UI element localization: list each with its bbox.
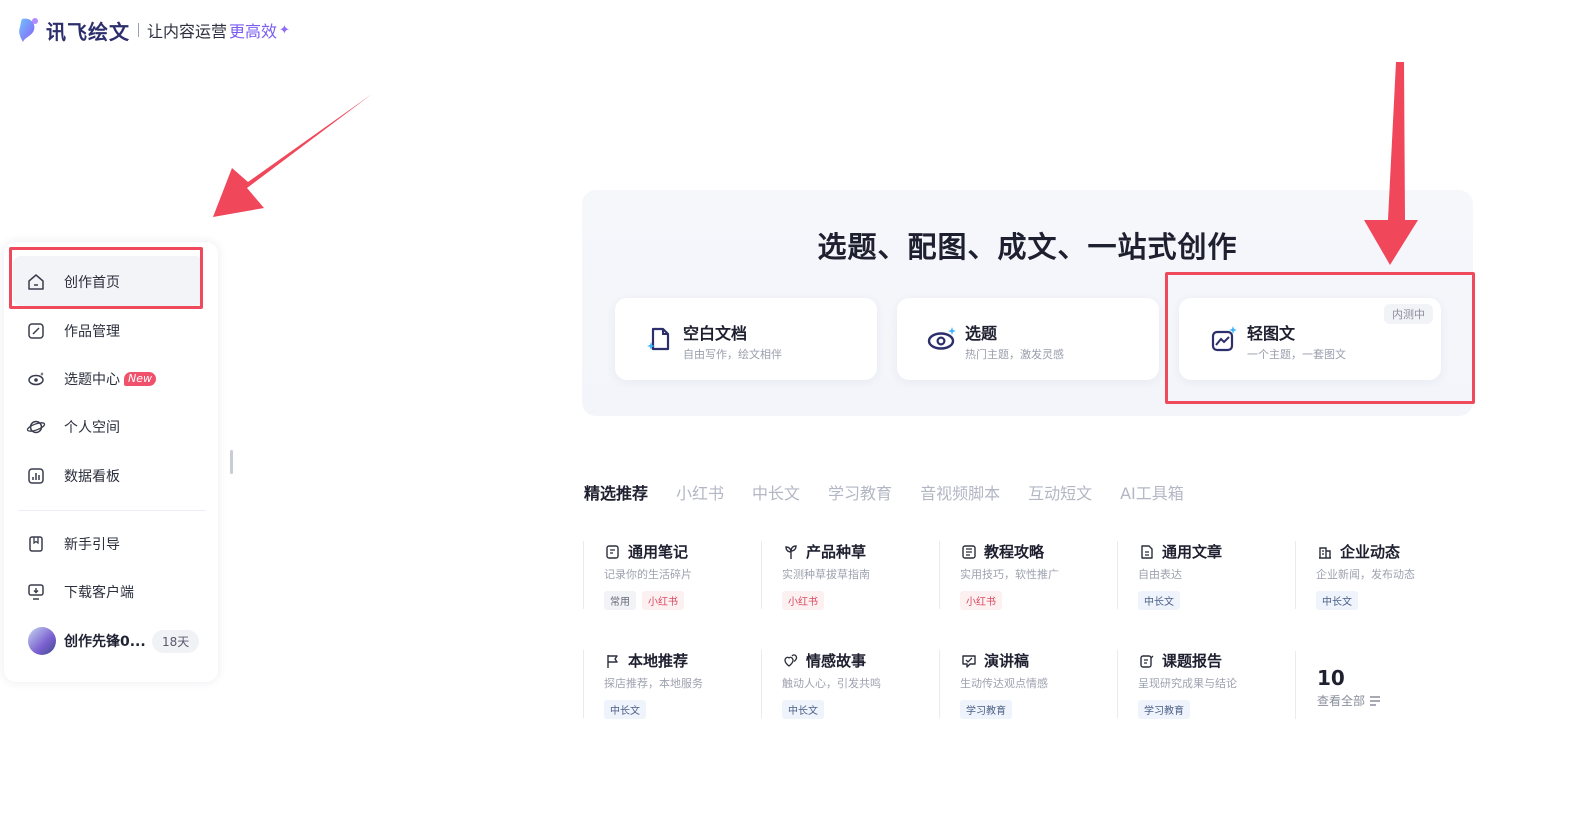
arrow-to-card — [1364, 62, 1418, 265]
annotation-arrows — [213, 62, 1418, 265]
arrow-to-sidebar — [213, 94, 372, 217]
